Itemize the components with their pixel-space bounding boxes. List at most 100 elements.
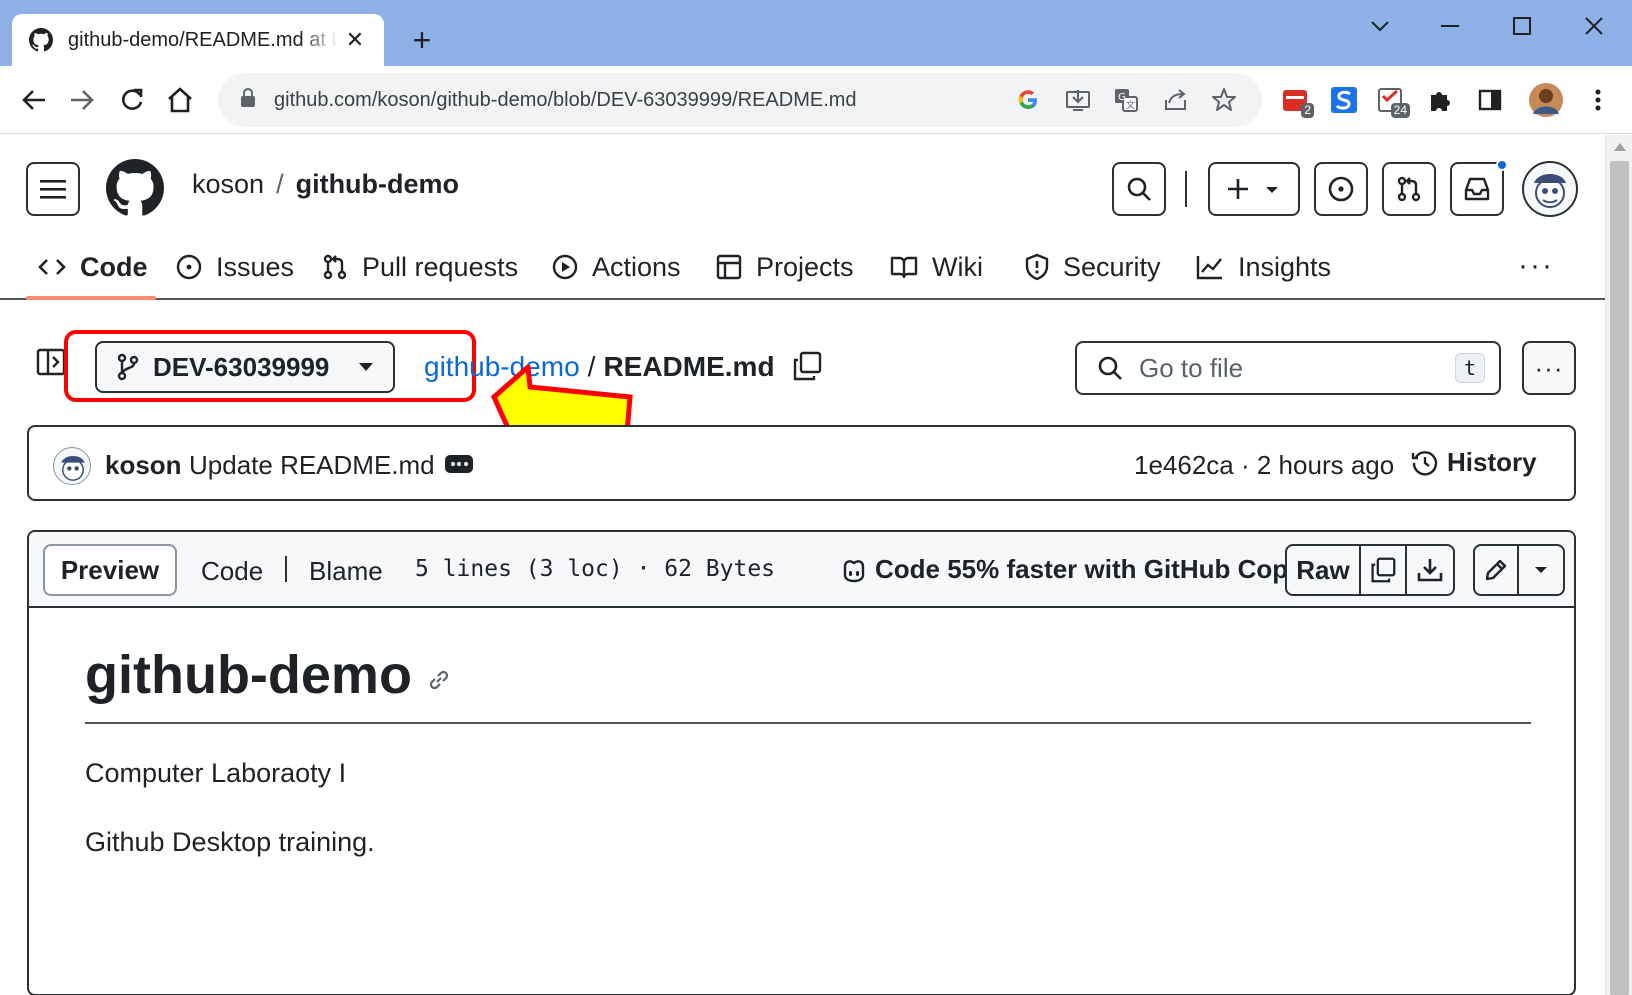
readme-heading-text: github-demo	[85, 645, 412, 705]
tab-title: github-demo/README.md at DEV-63039999	[68, 28, 338, 51]
hamburger-menu-button[interactable]	[26, 162, 80, 216]
scroll-up-arrow-icon[interactable]	[1614, 143, 1626, 151]
scrollbar-thumb[interactable]	[1610, 161, 1629, 995]
commit-time: 2 hours ago	[1256, 450, 1395, 480]
issue-circle-icon	[1328, 176, 1354, 202]
file-breadcrumb: github-demo / README.md	[424, 351, 775, 383]
inbox-button[interactable]	[1450, 162, 1504, 216]
pencil-icon	[1485, 559, 1507, 581]
browser-tab[interactable]: github-demo/README.md at DEV-63039999 ✕	[12, 14, 384, 66]
commit-message-link[interactable]: Update README.md	[189, 450, 435, 481]
extensions-puzzle-icon[interactable]	[1420, 80, 1460, 120]
file-more-options-button[interactable]: ···	[1522, 341, 1576, 395]
install-app-icon[interactable]	[1064, 86, 1092, 114]
translate-icon[interactable]: G文	[1112, 86, 1140, 114]
lock-icon[interactable]	[240, 87, 256, 113]
svg-text:G: G	[1118, 92, 1126, 103]
close-window-icon[interactable]	[1574, 10, 1614, 42]
notification-dot	[1496, 159, 1508, 171]
home-icon[interactable]	[160, 80, 200, 120]
repo-name-link[interactable]: github-demo	[296, 169, 459, 199]
calendar-extension-icon[interactable]: 2	[1276, 80, 1316, 120]
branch-selector-button[interactable]: DEV-63039999	[95, 341, 395, 393]
tab-issues[interactable]: Issues	[176, 245, 294, 289]
preview-tab[interactable]: Preview	[43, 544, 177, 596]
github-logo-icon[interactable]	[106, 159, 164, 217]
search-icon	[1098, 356, 1122, 380]
anchor-link-icon[interactable]	[426, 667, 452, 693]
breadcrumb-repo-link[interactable]: github-demo	[424, 351, 580, 382]
url-text[interactable]: github.com/koson/github-demo/blob/DEV-63…	[274, 89, 857, 112]
tab-actions[interactable]: Actions	[552, 245, 681, 289]
tab-label: Projects	[756, 251, 854, 282]
checklist-extension-icon[interactable]: 24	[1372, 80, 1412, 120]
svg-text:文: 文	[1126, 99, 1135, 111]
tab-label: Wiki	[932, 251, 983, 282]
copy-path-icon[interactable]	[792, 351, 824, 383]
commit-sha-link[interactable]: 1e462ca	[1134, 450, 1234, 480]
tab-pull-requests[interactable]: Pull requests	[322, 245, 518, 289]
github-favicon-icon	[28, 27, 54, 53]
tab-wiki[interactable]: Wiki	[890, 245, 983, 289]
tab-projects[interactable]: Projects	[716, 245, 854, 289]
chrome-menu-icon[interactable]	[1578, 80, 1618, 120]
book-icon	[890, 256, 918, 279]
address-bar[interactable]: github.com/koson/github-demo/blob/DEV-63…	[218, 73, 1262, 127]
git-branch-icon	[117, 353, 139, 381]
tab-close-icon[interactable]: ✕	[342, 27, 368, 53]
code-view-tab[interactable]: Code	[201, 556, 263, 587]
file-tree-toggle-icon[interactable]	[36, 347, 70, 381]
minimize-icon[interactable]	[1430, 10, 1470, 42]
repo-nav-more-button[interactable]: ···	[1518, 249, 1554, 283]
repo-path-separator: /	[276, 169, 284, 199]
back-arrow-icon[interactable]	[14, 80, 54, 120]
share-icon[interactable]	[1162, 86, 1190, 114]
profile-avatar[interactable]	[1526, 80, 1566, 120]
s-extension-icon[interactable]	[1324, 80, 1364, 120]
commit-details-toggle-icon[interactable]	[445, 455, 473, 473]
history-clock-icon	[1411, 450, 1438, 475]
forward-arrow-icon[interactable]	[62, 80, 102, 120]
go-to-file-input[interactable]: Go to file t	[1075, 341, 1501, 395]
edit-file-button[interactable]	[1475, 546, 1519, 594]
breadcrumb-file-name: README.md	[603, 351, 775, 382]
tab-label: Code	[80, 251, 148, 282]
branch-name: DEV-63039999	[153, 351, 330, 382]
maximize-icon[interactable]	[1502, 10, 1542, 42]
download-raw-button[interactable]	[1407, 546, 1453, 594]
repo-owner-link[interactable]: koson	[192, 169, 264, 199]
readme-paragraph: Github Desktop training.	[85, 827, 375, 857]
tab-label: Insights	[1238, 251, 1332, 282]
tab-security[interactable]: Security	[1025, 245, 1161, 289]
google-icon[interactable]	[1014, 86, 1042, 114]
bookmark-star-icon[interactable]	[1210, 86, 1238, 114]
tab-search-chevron-icon[interactable]	[1360, 10, 1400, 42]
copilot-promo-link[interactable]: Code 55% faster with GitHub Copilot	[841, 554, 1307, 585]
file-viewer: Preview Code Blame 5 lines (3 loc) · 62 …	[27, 530, 1576, 995]
page-scrollbar[interactable]	[1605, 135, 1632, 995]
active-tab-underline	[26, 296, 156, 300]
issues-button[interactable]	[1314, 162, 1368, 216]
create-new-button[interactable]	[1208, 162, 1300, 216]
pull-requests-button[interactable]	[1382, 162, 1436, 216]
reload-icon[interactable]	[112, 80, 152, 120]
blame-tab[interactable]: Blame	[309, 556, 383, 587]
side-panel-icon[interactable]	[1470, 80, 1510, 120]
search-button[interactable]	[1112, 162, 1166, 216]
commit-author-avatar[interactable]	[53, 447, 91, 485]
raw-button[interactable]: Raw	[1287, 546, 1361, 594]
caret-down-icon	[359, 363, 373, 371]
tab-code[interactable]: Code	[38, 245, 148, 289]
tab-insights[interactable]: Insights	[1196, 245, 1331, 289]
plus-dropdown-icon	[1228, 179, 1278, 199]
file-toolbar: Preview Code Blame 5 lines (3 loc) · 62 …	[29, 532, 1574, 608]
copy-raw-button[interactable]	[1361, 546, 1407, 594]
history-button[interactable]: History	[1411, 447, 1537, 478]
file-stats: 5 lines (3 loc) · 62 Bytes	[415, 556, 776, 582]
new-tab-button[interactable]: +	[404, 22, 440, 58]
download-icon	[1417, 559, 1443, 582]
commit-author-link[interactable]: koson	[105, 450, 182, 481]
edit-options-dropdown[interactable]	[1519, 546, 1563, 594]
browser-toolbar: github.com/koson/github-demo/blob/DEV-63…	[0, 66, 1632, 134]
user-avatar[interactable]	[1522, 161, 1578, 217]
